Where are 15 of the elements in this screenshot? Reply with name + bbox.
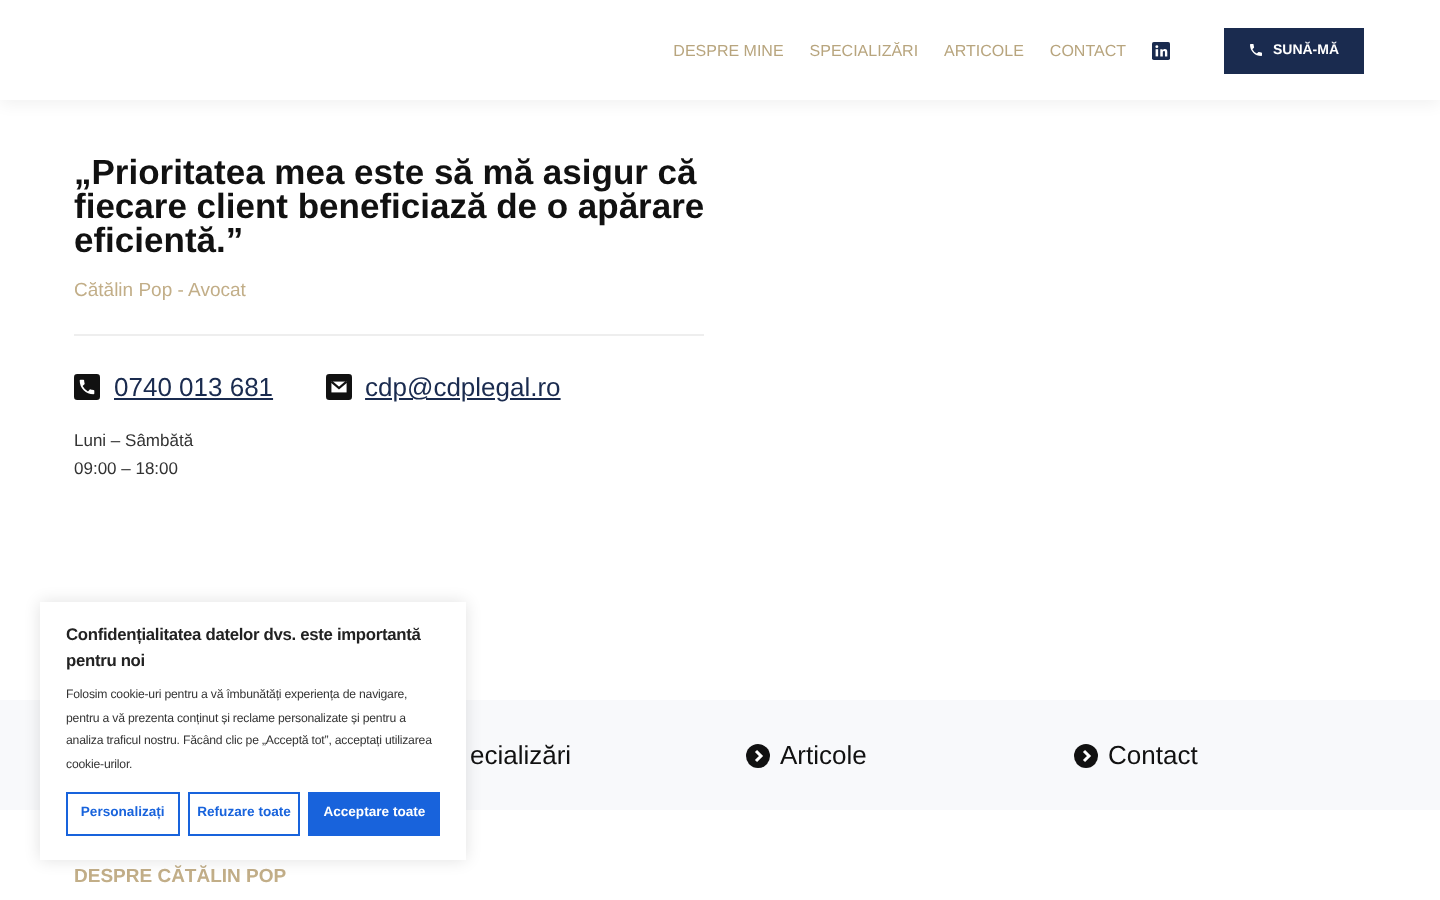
hours-text: Luni – Sâmbătă [74,430,196,450]
quote-text: „Prioritatea mea este să mă asigur că fiecare client beneficiază de o apărare eficientă.” [74,156,707,258]
phone-icon [1248,42,1265,58]
footer-link[interactable]: Articole [746,740,867,770]
hours-text: 09:00 – 18:00 [74,458,180,478]
section-heading: DESPRE CĂTĂLIN POP [74,866,287,888]
phone-link[interactable]: 0740 013 681 [114,372,274,402]
author-name: Cătălin Pop - Avocat [74,280,248,302]
footer-link[interactable]: ecializări [470,740,572,770]
phone-icon [74,374,100,400]
email-link[interactable]: cdp@cdplegal.ro [365,372,561,402]
envelope-icon [325,374,352,400]
cookie-title: Confidențialitatea datelor dvs. este importantă pentru noi [66,622,423,674]
linkedin-icon[interactable] [1152,41,1170,59]
footer-link[interactable]: Contact [1074,740,1198,770]
